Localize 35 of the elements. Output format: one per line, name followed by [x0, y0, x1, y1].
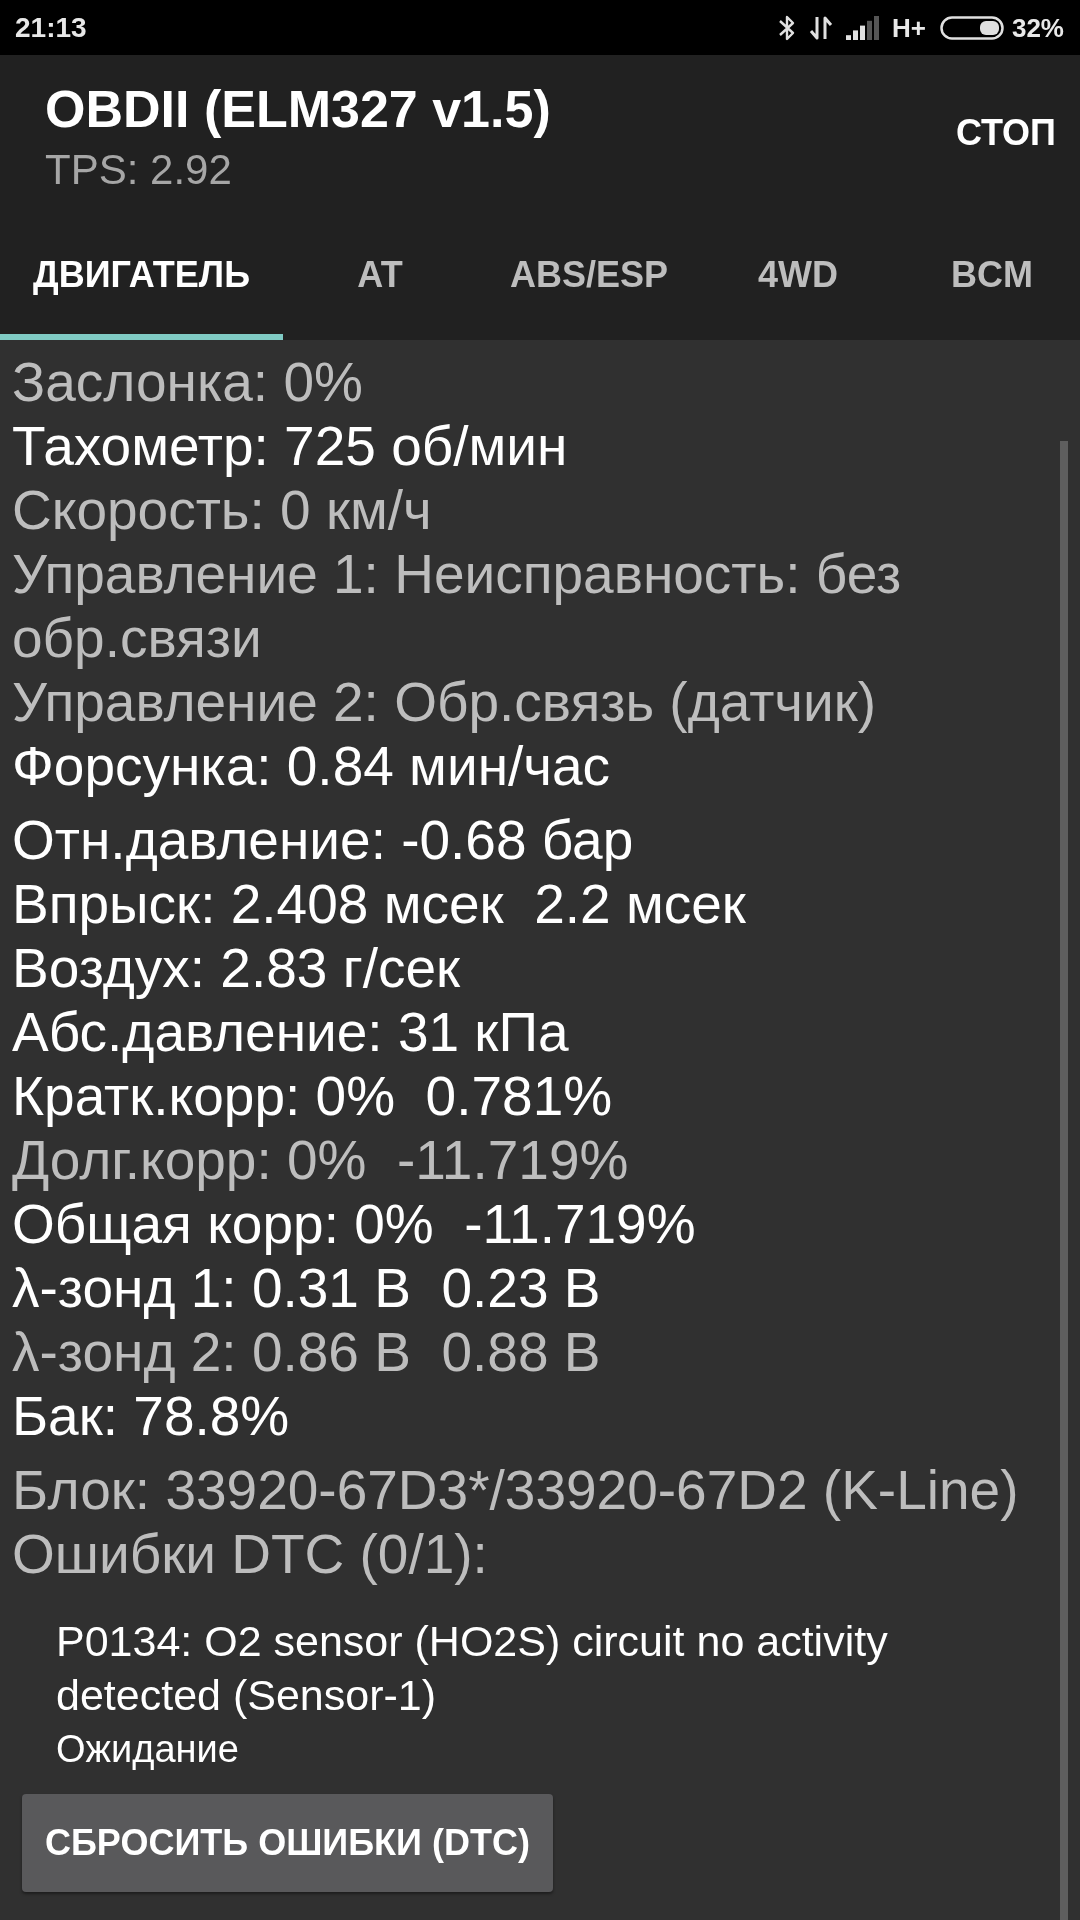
tab[interactable]: ABS/ESP: [477, 215, 702, 340]
battery-percent-text: 32%: [1011, 14, 1064, 41]
battery-icon: [939, 15, 1004, 40]
network-type-text: H+: [892, 14, 926, 41]
bluetooth-icon: [778, 13, 796, 42]
reset-dtc-button[interactable]: СБРОСИТЬ ОШИБКИ (DTC): [22, 1794, 553, 1892]
reading-text: λ-зонд 2: 0.86 В 0.88 В: [12, 1320, 602, 1384]
signal-bars-icon: [846, 15, 880, 40]
status-time: 21:13: [15, 13, 87, 42]
tab[interactable]: BCM: [895, 215, 1080, 340]
reading-text: Блок: 33920-67D3*/33920-67D2 (K-Line): [12, 1458, 1020, 1522]
reading-text: λ-зонд 1: 0.31 В 0.23 В: [12, 1256, 602, 1320]
tab[interactable]: 4WD: [701, 215, 896, 340]
reading-text: Впрыск: 2.408 мсек 2.2 мсек: [12, 872, 747, 936]
reading-text: Отн.давление: -0.68 бар: [12, 808, 635, 872]
reading-text: Ошибки DTC (0/1):: [12, 1522, 489, 1586]
reading-text: Бак: 78.8%: [12, 1384, 291, 1448]
tab[interactable]: AT: [283, 215, 477, 340]
tab[interactable]: ДВИГАТЕЛЬ: [0, 215, 283, 340]
reading-text: Общая корр: 0% -11.719%: [12, 1192, 697, 1256]
dtc-description: P0134: O2 sensor (HO2S) circuit no activity detected (Sensor-1): [56, 1616, 889, 1721]
reading-text: Управление 2: Обр.связь (датчик): [12, 670, 878, 734]
reading-text: Кратк.корр: 0% 0.781%: [12, 1064, 614, 1128]
tps-reading: TPS: 2.92: [45, 145, 233, 195]
reading-text: Абс.давление: 31 кПа: [12, 1000, 570, 1064]
reading-text: Долг.корр: 0% -11.719%: [12, 1128, 630, 1192]
stop-button[interactable]: СТОП: [955, 115, 1056, 151]
dtc-status: Ожидание: [56, 1727, 240, 1771]
reading-text: Воздух: 2.83 г/сек: [12, 936, 462, 1000]
reading-text: Тахометр: 725 об/мин: [12, 414, 569, 478]
reading-text: Заслонка: 0%: [12, 350, 364, 414]
reading-text: Форсунка: 0.84 мин/час: [12, 734, 612, 798]
app-title: OBDII (ELM327 v1.5): [45, 79, 551, 139]
reading-text: Управление 1: Неисправность: без обр.связи: [12, 542, 903, 670]
reading-text: Скорость: 0 км/ч: [12, 478, 433, 542]
